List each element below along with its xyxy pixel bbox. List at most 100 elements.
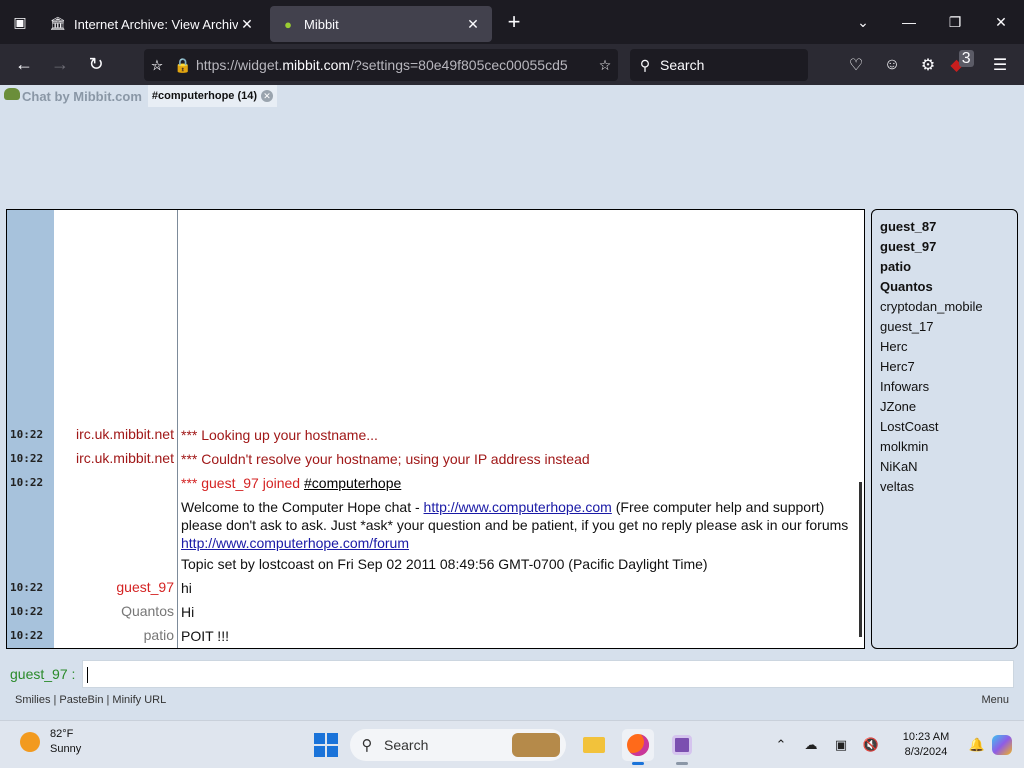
- timestamp: 10:22: [10, 428, 44, 441]
- nick[interactable]: irc.uk.mibbit.net: [54, 447, 178, 471]
- system-tray: ⌃ ☁ ▣ 🔇 10:23 AM 8/3/2024 🔔: [766, 721, 1024, 768]
- message-text: POIT !!!: [181, 628, 229, 644]
- close-channel-icon[interactable]: ✕: [261, 90, 274, 102]
- mibbit-logo-icon: [4, 88, 20, 100]
- user-list-item[interactable]: cryptodan_mobile: [872, 297, 1017, 317]
- url-text[interactable]: https://widget.mibbit.com/?settings=80e4…: [196, 57, 592, 73]
- forward-arrow-icon[interactable]: →: [42, 44, 78, 85]
- user-list-item[interactable]: Infowars: [872, 377, 1017, 397]
- bookmark-star-icon[interactable]: ☆: [592, 57, 618, 74]
- display-icon[interactable]: ▣: [826, 737, 856, 753]
- chat-log[interactable]: 10:22 irc.uk.mibbit.net *** Looking up y…: [6, 209, 865, 649]
- user-list-item[interactable]: Herc7: [872, 357, 1017, 377]
- tab-internet-archive[interactable]: 🏛 Internet Archive: View Archive ✕: [40, 6, 266, 42]
- mibbit-page: Chat by Mibbit.com #computerhope (14) ✕ …: [0, 85, 1024, 720]
- firefox-icon[interactable]: [622, 729, 654, 765]
- user-list-item[interactable]: Quantos: [872, 277, 1017, 297]
- channel-tab-strip: Chat by Mibbit.com #computerhope (14) ✕: [0, 85, 1024, 107]
- minimize-icon[interactable]: —: [886, 14, 932, 30]
- app-icon[interactable]: [666, 729, 698, 765]
- user-list-item[interactable]: patio: [872, 257, 1017, 277]
- reload-icon[interactable]: ↻: [78, 44, 114, 85]
- brand-label: Chat by Mibbit.com: [22, 88, 142, 104]
- notification-bell-icon[interactable]: 🔔: [966, 737, 988, 753]
- menu-hamburger-icon[interactable]: ☰: [982, 55, 1018, 75]
- address-bar[interactable]: ⛥ 🔒 https://widget.mibbit.com/?settings=…: [144, 49, 618, 81]
- computerhope-link[interactable]: http://www.computerhope.com: [424, 499, 612, 515]
- close-window-icon[interactable]: ✕: [978, 14, 1024, 31]
- volume-icon[interactable]: 🔇: [856, 737, 886, 753]
- message-input[interactable]: [82, 660, 1014, 688]
- mibbit-favicon-icon: ●: [284, 16, 292, 32]
- toolbar-icons: ♡ ☺ ⚙ ◆3 ☰: [838, 44, 1018, 85]
- nick[interactable]: guest_97: [54, 576, 178, 600]
- list-tabs-icon[interactable]: ⌄: [840, 14, 886, 31]
- mibbit-brand[interactable]: Chat by Mibbit.com: [4, 88, 142, 104]
- join-text: *** guest_97 joined: [181, 475, 304, 491]
- maximize-icon[interactable]: ❐: [932, 14, 978, 31]
- clock[interactable]: 10:23 AM 8/3/2024: [886, 730, 966, 760]
- lock-icon[interactable]: 🔒: [170, 57, 196, 74]
- tab-mibbit[interactable]: ● Mibbit ✕: [270, 6, 492, 42]
- ublock-icon[interactable]: ◆3: [946, 49, 982, 75]
- archive-favicon-icon: 🏛: [49, 16, 67, 31]
- user-list-item[interactable]: guest_97: [872, 237, 1017, 257]
- back-arrow-icon[interactable]: ←: [6, 44, 42, 85]
- user-list-item[interactable]: veltas: [872, 477, 1017, 497]
- menu-link[interactable]: Menu: [981, 694, 1009, 706]
- tab-computerhope[interactable]: #computerhope (14) ✕: [147, 85, 278, 107]
- search-icon: ⚲: [361, 737, 373, 754]
- close-tab-icon[interactable]: ✕: [464, 16, 482, 33]
- timestamp: 10:22: [10, 452, 44, 465]
- message-row: 10:22 irc.uk.mibbit.net *** Looking up y…: [7, 423, 864, 447]
- message-input-row: guest_97 :: [6, 660, 1014, 688]
- browser-nav-bar: ← → ↻ ⛥ 🔒 https://widget.mibbit.com/?set…: [0, 44, 1024, 85]
- chevron-up-icon[interactable]: ⌃: [766, 737, 796, 753]
- tab-title: Internet Archive: View Archive: [74, 16, 238, 32]
- pocket-icon[interactable]: ♡: [838, 55, 874, 75]
- chat-scrollbar[interactable]: [859, 482, 862, 637]
- forum-link[interactable]: http://www.computerhope.com/forum: [181, 535, 409, 551]
- user-list-item[interactable]: guest_17: [872, 317, 1017, 337]
- tab-overview-icon[interactable]: ▣: [0, 0, 40, 44]
- user-list-item[interactable]: guest_87: [872, 217, 1017, 237]
- nick[interactable]: irc.uk.mibbit.net: [54, 423, 178, 447]
- shield-icon[interactable]: ⛥: [144, 57, 170, 74]
- user-list-item[interactable]: LostCoast: [872, 417, 1017, 437]
- timestamp: 10:22: [10, 629, 44, 642]
- user-list-item[interactable]: molkmin: [872, 437, 1017, 457]
- user-list-item[interactable]: NiKaN: [872, 457, 1017, 477]
- start-button[interactable]: [314, 733, 338, 757]
- taskbar: 82°F Sunny ⚲ Search ⌃ ☁ ▣ 🔇 10:23 AM 8/3…: [0, 720, 1024, 768]
- message-text: *** Looking up your hostname...: [181, 427, 378, 443]
- account-icon[interactable]: ☺: [874, 56, 910, 74]
- message-row: Topic set by lostcoast on Fri Sep 02 201…: [7, 552, 864, 576]
- temperature: 82°F: [50, 728, 74, 740]
- clock-time: 10:23 AM: [902, 731, 950, 743]
- message-row: Welcome to the Computer Hope chat - http…: [7, 495, 864, 552]
- taskbar-search-label: Search: [384, 737, 429, 753]
- footer-links[interactable]: Smilies | PasteBin | Minify URL: [15, 694, 166, 706]
- search-highlight-image: [512, 733, 560, 757]
- tab-title: Mibbit: [304, 16, 339, 32]
- taskbar-search[interactable]: ⚲ Search: [350, 729, 566, 761]
- copilot-icon[interactable]: [992, 735, 1012, 755]
- search-bar[interactable]: ⚲ Search: [630, 49, 808, 81]
- channel-link[interactable]: #computerhope: [304, 475, 401, 491]
- nick[interactable]: Quantos: [54, 600, 178, 624]
- cloud-icon[interactable]: ☁: [796, 737, 826, 753]
- nick-empty: [54, 552, 178, 576]
- close-tab-icon[interactable]: ✕: [238, 16, 256, 33]
- new-tab-button[interactable]: +: [494, 0, 534, 44]
- search-icon: ⚲: [639, 56, 651, 73]
- message-text: Hi: [181, 604, 195, 620]
- user-list-item[interactable]: JZone: [872, 397, 1017, 417]
- file-explorer-icon[interactable]: [578, 729, 610, 761]
- nick[interactable]: patio: [54, 624, 178, 648]
- clock-date: 8/3/2024: [904, 746, 948, 758]
- user-list-item[interactable]: Herc: [872, 337, 1017, 357]
- weather-widget[interactable]: 82°F Sunny: [20, 727, 81, 757]
- extension-badge: 3: [958, 49, 974, 67]
- text-caret: [87, 667, 88, 683]
- extensions-icon[interactable]: ⚙: [910, 55, 946, 75]
